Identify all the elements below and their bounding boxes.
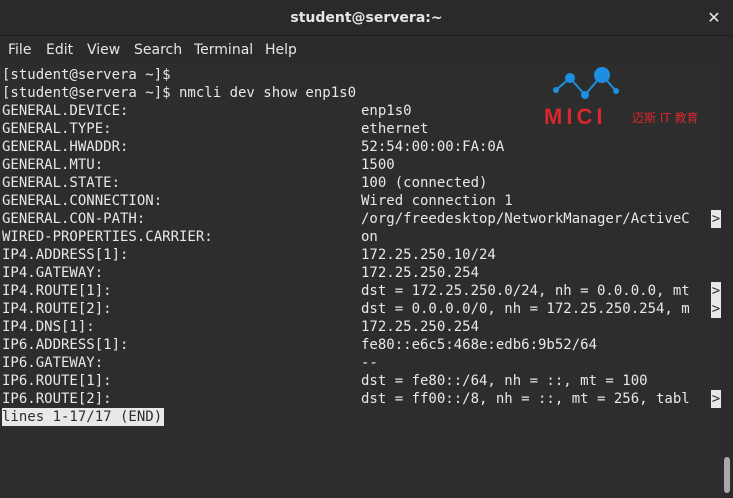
property-key: GENERAL.CONNECTION: [2, 193, 163, 209]
property-key: GENERAL.CON-PATH: [2, 211, 146, 227]
property-key: IP6.ADDRESS[1]: [2, 337, 129, 353]
property-value: 52:54:00:00:FA:0A [361, 139, 505, 155]
property-key: GENERAL.MTU: [2, 157, 104, 173]
close-icon[interactable]: ✕ [705, 9, 723, 27]
menu-edit[interactable]: Edit [44, 36, 75, 64]
property-key: IP6.GATEWAY: [2, 355, 104, 371]
svg-text:MICI: MICI [544, 104, 606, 128]
menu-search[interactable]: Search [132, 36, 184, 64]
property-key: IP4.ROUTE[2]: [2, 301, 112, 317]
property-value: ethernet [361, 121, 429, 137]
command-line: [student@servera ~]$ nmcli dev show enp1… [2, 85, 357, 101]
property-value: dst = 172.25.250.0/24, nh = 0.0.0.0, mt [361, 283, 690, 299]
property-value: dst = fe80::/64, nh = ::, mt = 100 [361, 373, 648, 389]
menubar: File Edit View Search Terminal Help [0, 36, 733, 64]
property-key: IP4.ROUTE[1]: [2, 283, 112, 299]
menu-terminal[interactable]: Terminal [192, 36, 255, 64]
property-value: 172.25.250.254 [361, 319, 480, 335]
property-value: dst = 0.0.0.0/0, nh = 172.25.250.254, m [361, 301, 690, 317]
property-value: fe80::e6c5:468e:edb6:9b52/64 [361, 337, 598, 353]
property-key: IP6.ROUTE[2]: [2, 391, 112, 407]
property-key: IP4.ADDRESS[1]: [2, 247, 129, 263]
terminal-output[interactable]: [student@servera ~]$ [student@servera ~]… [0, 64, 722, 498]
property-value: 1500 [361, 157, 395, 173]
property-value: 172.25.250.254 [361, 265, 480, 281]
scrollbar[interactable] [722, 64, 733, 498]
property-key: IP4.GATEWAY: [2, 265, 104, 281]
property-value: on [361, 229, 378, 245]
property-value: dst = ff00::/8, nh = ::, mt = 256, tabl [361, 391, 690, 407]
scrollbar-thumb[interactable] [724, 457, 730, 493]
property-value: enp1s0 [361, 103, 412, 119]
property-value: -- [361, 355, 378, 371]
property-value: 100 (connected) [361, 175, 488, 191]
menu-view[interactable]: View [85, 36, 122, 64]
property-key: IP4.DNS[1]: [2, 319, 95, 335]
truncation-marker: > [711, 390, 721, 408]
menu-file[interactable]: File [6, 36, 33, 64]
window-titlebar[interactable]: student@servera:~ ✕ [0, 0, 733, 36]
property-key: GENERAL.HWADDR: [2, 139, 129, 155]
truncation-marker: > [711, 282, 721, 300]
svg-text:迈斯 IT 教育: 迈斯 IT 教育 [632, 110, 699, 125]
prompt-line: [student@servera ~]$ [2, 67, 171, 83]
menu-help[interactable]: Help [263, 36, 299, 64]
truncation-marker: > [711, 300, 721, 318]
truncation-marker: > [711, 210, 721, 228]
mici-logo: MICI 迈斯 IT 教育 [540, 62, 720, 129]
property-key: GENERAL.TYPE: [2, 121, 112, 137]
property-value: /org/freedesktop/NetworkManager/ActiveC [361, 211, 690, 227]
property-key: GENERAL.STATE: [2, 175, 121, 191]
property-key: GENERAL.DEVICE: [2, 103, 129, 119]
window-title: student@servera:~ [290, 10, 443, 26]
property-value: 172.25.250.10/24 [361, 247, 496, 263]
pager-status: lines 1-17/17 (END) [2, 408, 165, 426]
property-key: IP6.ROUTE[1]: [2, 373, 112, 389]
property-value: Wired connection 1 [361, 193, 513, 209]
property-key: WIRED-PROPERTIES.CARRIER: [2, 229, 213, 245]
